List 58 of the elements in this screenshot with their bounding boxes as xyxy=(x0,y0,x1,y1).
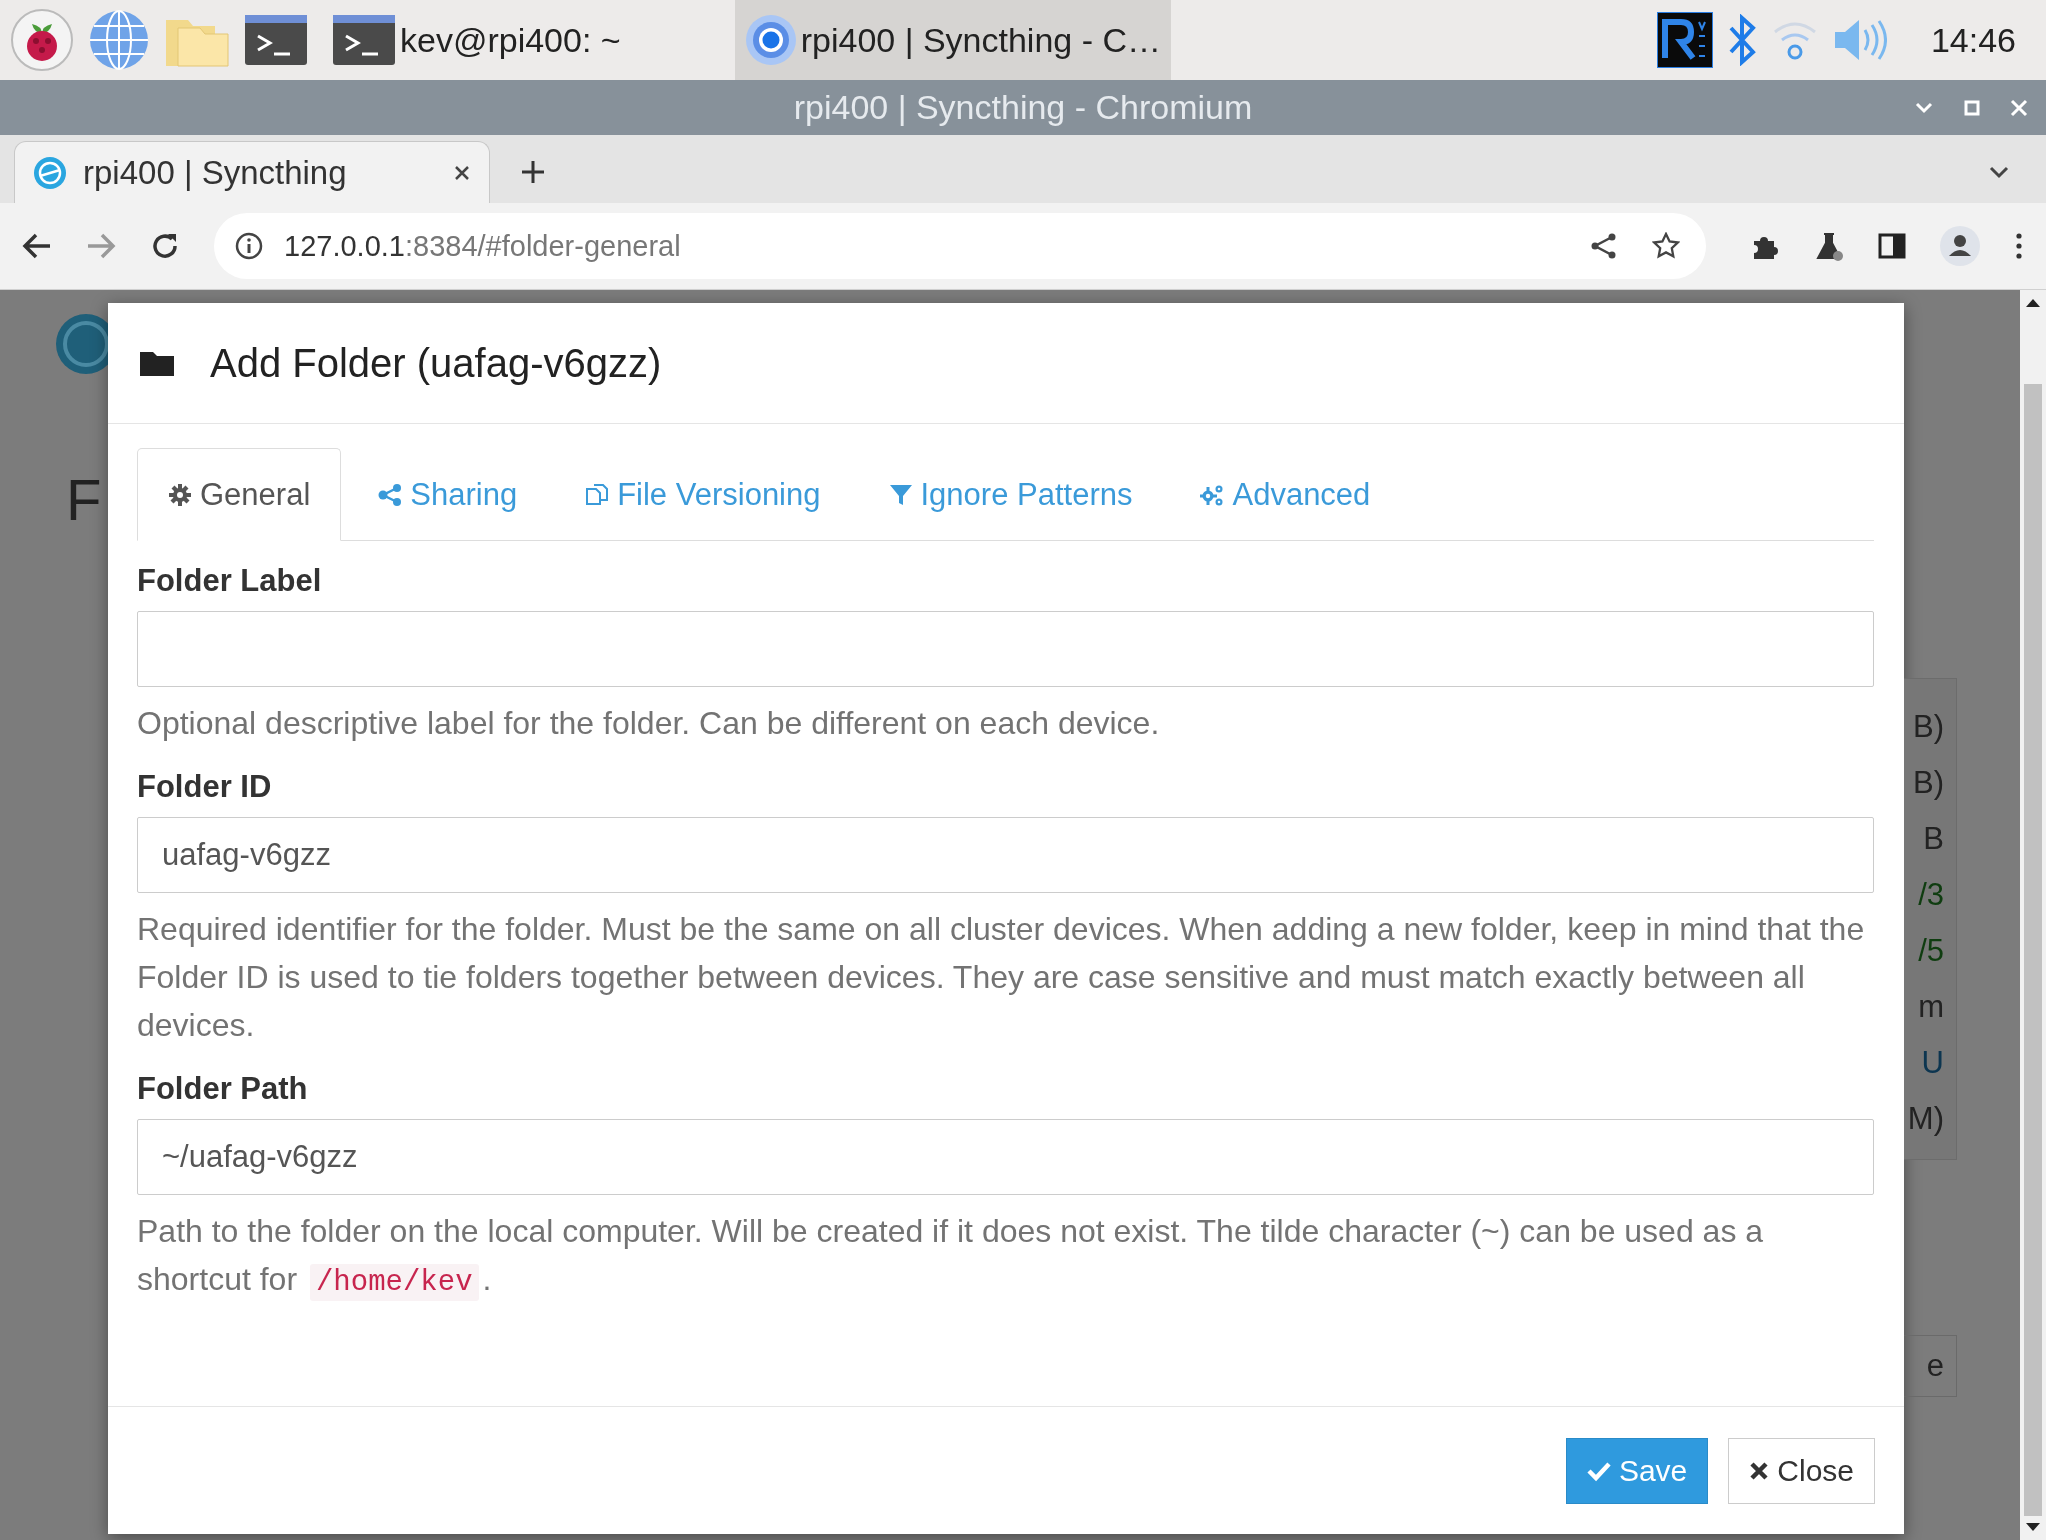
close-icon xyxy=(1749,1460,1770,1481)
scroll-down-icon[interactable] xyxy=(2025,1522,2041,1532)
browser-icon xyxy=(744,14,797,66)
field-label: Folder ID xyxy=(137,769,273,805)
input-field[interactable]: ~/uafag-v6gzz xyxy=(137,1119,1874,1195)
terminal-icon[interactable] xyxy=(244,14,308,66)
terminal-icon xyxy=(332,14,396,66)
help-text: Path to the folder on the local computer. Will be created if it does not exist. The tilde character (~) can be used as a shortcut for /home/kev . xyxy=(137,1212,1765,1303)
share-icon[interactable] xyxy=(1590,232,1618,260)
url-text: 127.0.0.1:8384/#folder-general xyxy=(284,229,681,263)
scrollbar-thumb[interactable] xyxy=(2024,384,2042,1516)
close-icon[interactable] xyxy=(453,163,471,182)
side-panel-icon[interactable] xyxy=(1878,232,1906,260)
share-icon xyxy=(378,482,403,507)
help-text: Required identifier for the folder. Must be the same on all cluster devices. When adding a new folder, keep in mind that the Folder ID is used to tie folders together between devices. They are case sensitive and must match exactly between all devices. xyxy=(137,910,1866,1045)
page-heading-fragment: F xyxy=(66,466,103,533)
raspberry-icon[interactable] xyxy=(10,8,74,72)
reload-icon[interactable] xyxy=(150,231,180,261)
chevron-down-icon[interactable] xyxy=(1988,165,2010,179)
field-label: Folder Path xyxy=(137,1071,309,1107)
field-label: Folder Label xyxy=(137,563,323,599)
close-button[interactable]: Close xyxy=(1728,1437,1875,1504)
new-tab-icon[interactable] xyxy=(520,159,546,185)
maximize-icon[interactable] xyxy=(1964,99,1980,116)
scrollbar[interactable] xyxy=(2020,290,2046,1540)
table-cell-text: /3 xyxy=(1918,876,1944,914)
table-cell-text: U xyxy=(1921,1044,1944,1082)
gear-icon xyxy=(168,482,192,507)
help-text: Optional descriptive label for the folder. Can be different on each device. xyxy=(137,704,1161,743)
syncthing-icon xyxy=(33,155,67,190)
profile-icon[interactable] xyxy=(1940,226,1980,266)
taskbar-window-button[interactable]: rpi400 | Syncthing - C… xyxy=(734,0,1171,80)
taskbar-window-button[interactable]: kev@rpi400: ~ xyxy=(322,0,631,80)
vnc-icon[interactable] xyxy=(1656,12,1713,68)
table-cell-text: /5 xyxy=(1918,932,1944,970)
address-bar[interactable]: 127.0.0.1:8384/#folder-general xyxy=(214,213,1706,279)
info-icon[interactable] xyxy=(234,231,264,261)
more-icon[interactable] xyxy=(2014,232,2024,260)
copy-icon xyxy=(585,482,610,507)
dialog-tab[interactable]: General xyxy=(137,448,342,541)
forward-icon[interactable] xyxy=(86,232,116,260)
filter-icon xyxy=(888,482,913,507)
table-cell-text: B) xyxy=(1913,764,1944,802)
window-title: rpi400 | Syncthing - Chromium xyxy=(792,88,1254,127)
star-icon[interactable] xyxy=(1652,232,1680,260)
table-cell-text: B xyxy=(1923,820,1944,858)
globe-icon[interactable] xyxy=(88,9,150,71)
input-field[interactable] xyxy=(137,611,1874,687)
dialog-title: Add Folder (uafag-v6gzz) xyxy=(210,340,662,386)
input-field[interactable]: uafag-v6gzz xyxy=(137,817,1874,893)
table-cell-text: m xyxy=(1918,988,1944,1026)
back-icon[interactable] xyxy=(22,232,52,260)
clock-text: 14:46 xyxy=(1930,20,2016,60)
flask-icon[interactable] xyxy=(1814,231,1844,261)
browser-tab[interactable]: rpi400 | Syncthing xyxy=(14,141,490,203)
table-cell-text: B) xyxy=(1913,708,1944,746)
scroll-up-icon[interactable] xyxy=(2025,298,2041,308)
table-cell-text: M) xyxy=(1907,1100,1944,1138)
